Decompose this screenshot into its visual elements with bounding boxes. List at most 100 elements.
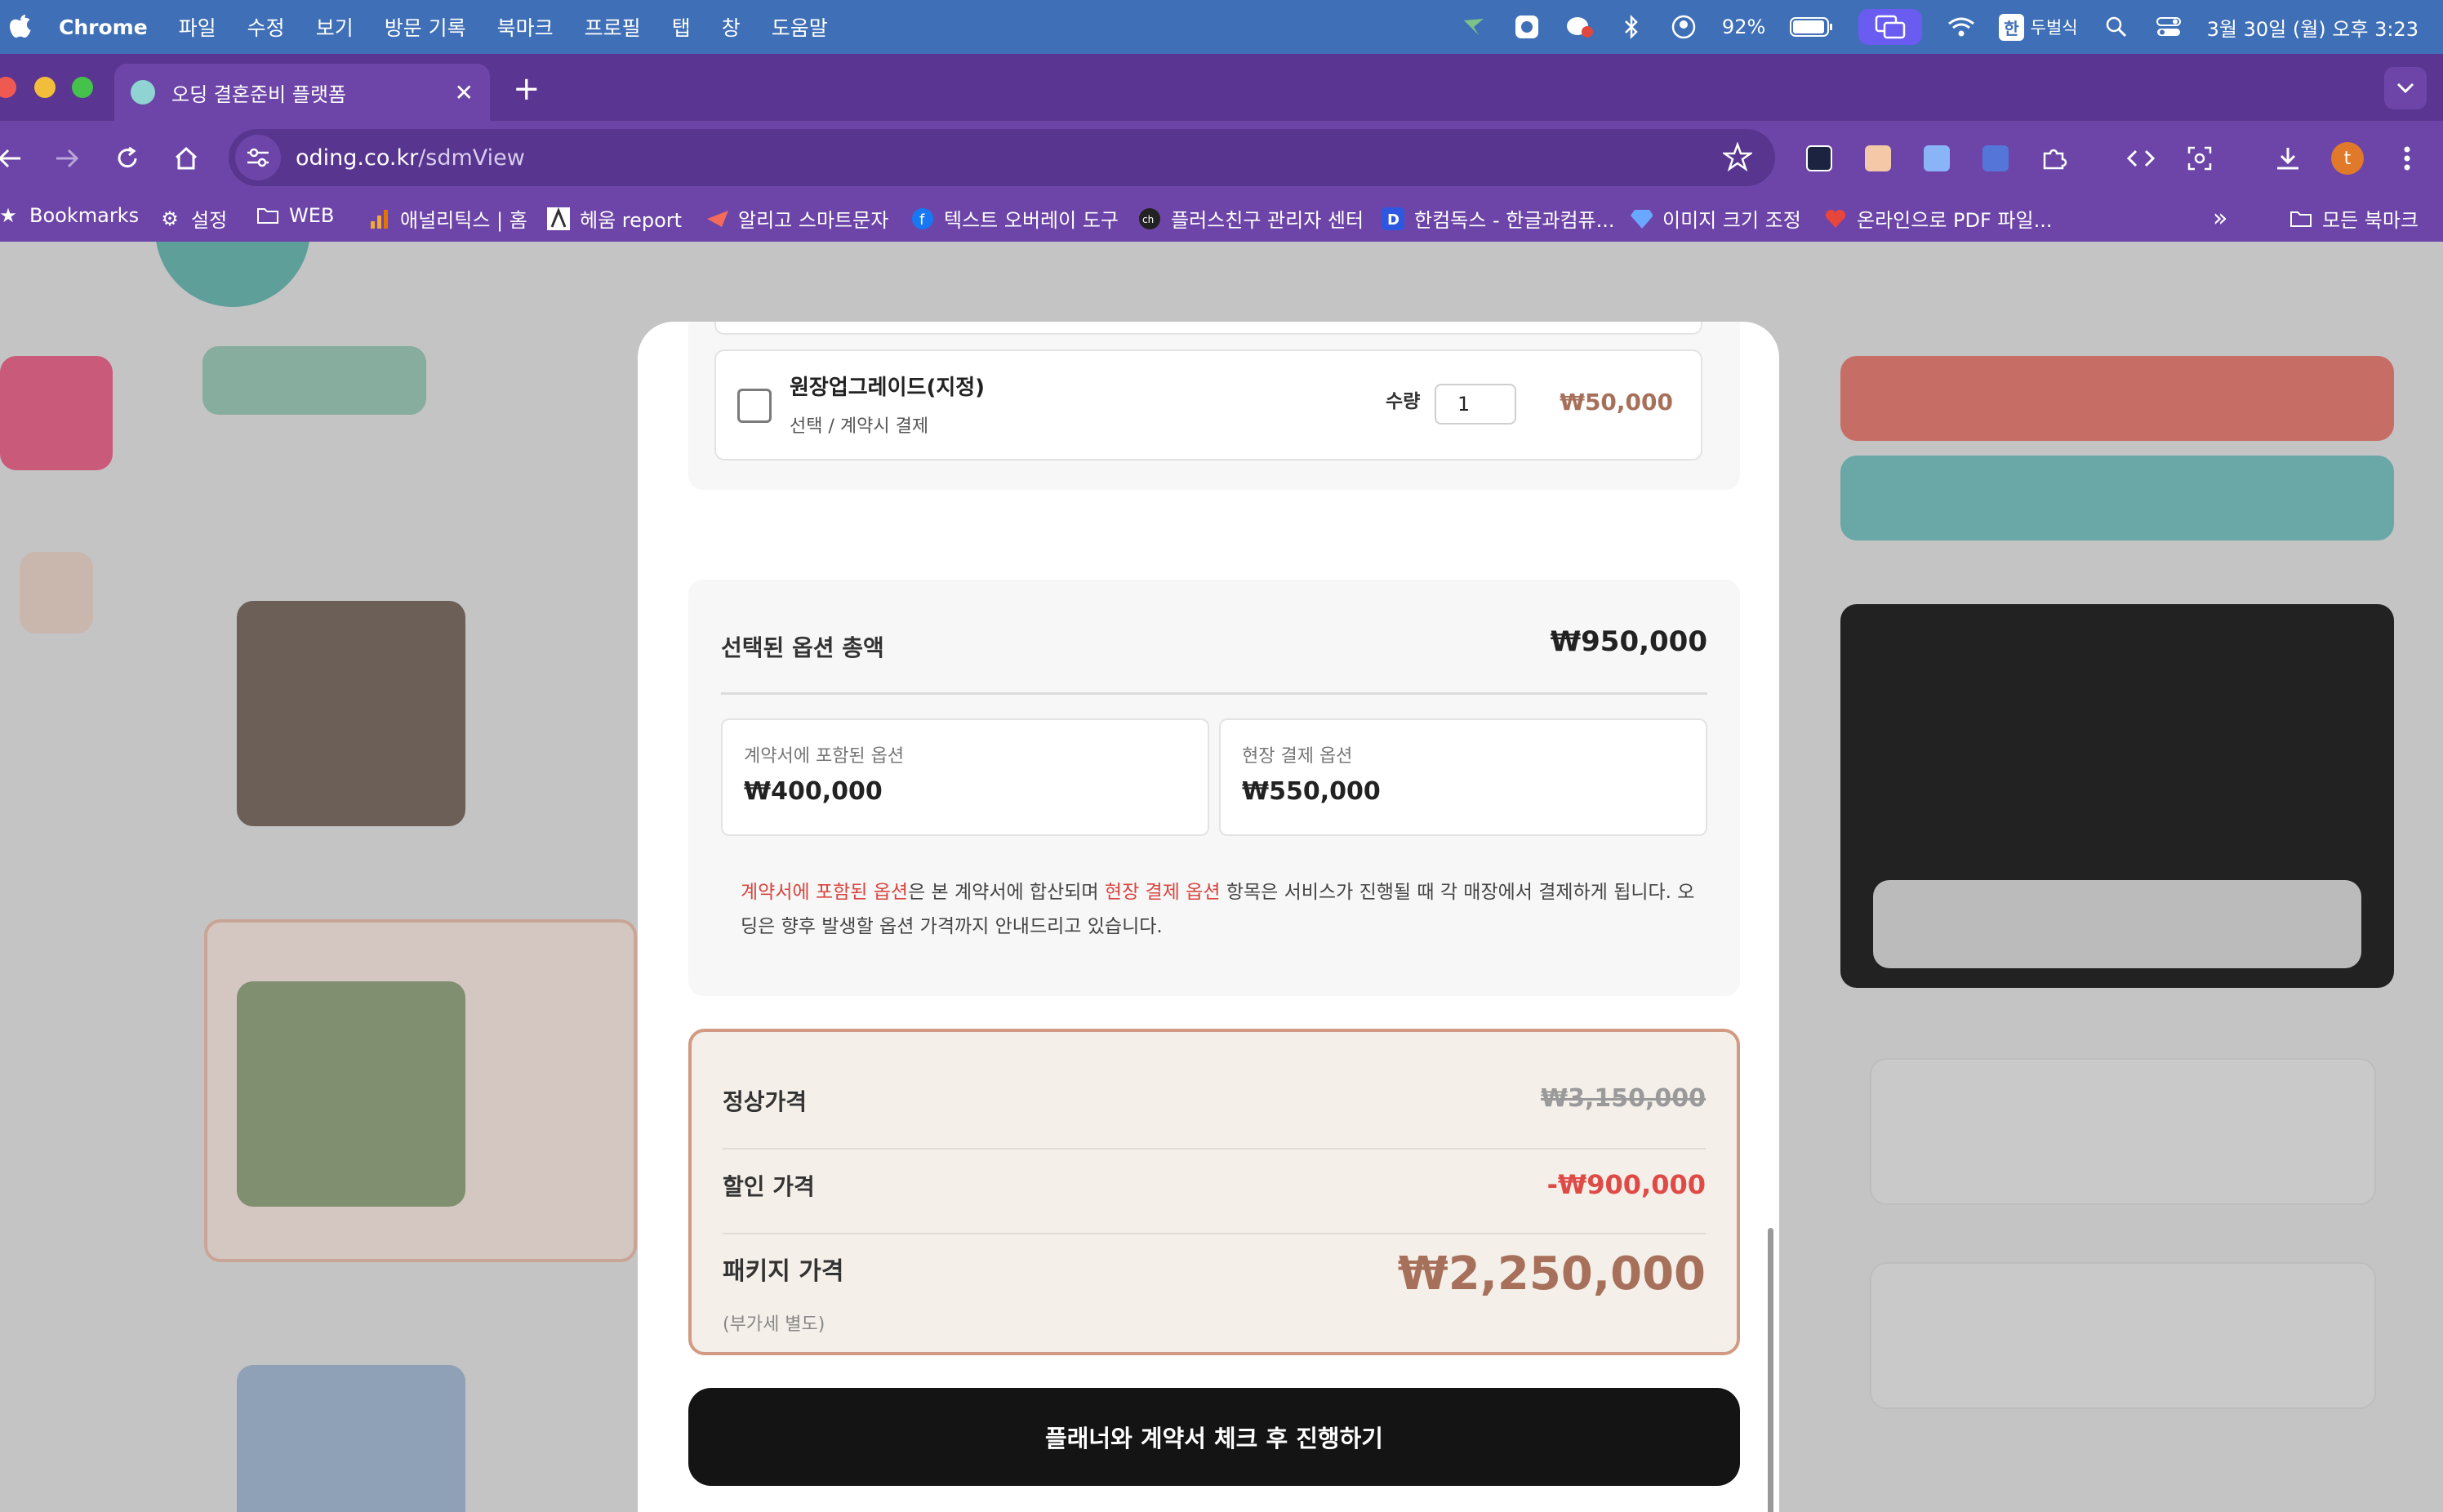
quantity-input[interactable] xyxy=(1435,384,1516,425)
bookmark-hancomdocs[interactable]: D 한컴독스 - 한글과컴퓨... xyxy=(1382,204,1615,233)
site-favicon-icon xyxy=(131,80,155,105)
site-info-tune-icon[interactable] xyxy=(235,135,281,180)
screenshot-app-icon[interactable] xyxy=(1513,13,1541,41)
extensions-puzzle-icon[interactable] xyxy=(2036,140,2072,176)
tab-close-icon[interactable]: ✕ xyxy=(455,79,474,106)
input-method-indicator[interactable]: 한 두벌식 xyxy=(1999,13,2078,41)
bookmark-star-icon[interactable] xyxy=(1721,141,1754,175)
report-logo-icon xyxy=(547,207,570,230)
tab-search-chevron-icon[interactable] xyxy=(2384,67,2427,109)
reload-icon[interactable] xyxy=(109,140,145,176)
contract-options-card: 계약서에 포함된 옵션 ₩400,000 xyxy=(721,718,1209,836)
window-close-button[interactable] xyxy=(0,77,16,98)
menu-tab[interactable]: 탭 xyxy=(672,12,691,42)
svg-text:D: D xyxy=(1387,211,1399,229)
previous-option-card-edge xyxy=(714,322,1702,335)
extension-2-icon[interactable] xyxy=(1860,140,1896,176)
menu-edit[interactable]: 수정 xyxy=(247,12,285,42)
devtools-code-icon[interactable] xyxy=(2123,140,2159,176)
profile-avatar[interactable]: t xyxy=(2331,142,2364,175)
screen-mirroring-icon[interactable] xyxy=(1858,9,1923,45)
window-minimize-button[interactable] xyxy=(34,77,56,98)
menu-view[interactable]: 보기 xyxy=(316,12,354,42)
bookmark-settings[interactable]: ⚙ 설정 xyxy=(158,204,227,233)
discount-price-label: 할인 가격 xyxy=(723,1173,815,1200)
menu-file[interactable]: 파일 xyxy=(179,12,216,42)
download-icon[interactable] xyxy=(2270,140,2306,176)
chat-notification-icon[interactable] xyxy=(1565,13,1593,41)
heart-pdf-icon xyxy=(1824,207,1847,230)
apple-logo-icon[interactable] xyxy=(8,13,33,41)
menu-help[interactable]: 도움말 xyxy=(772,12,828,42)
address-bar[interactable]: oding.co.kr/sdmView xyxy=(229,129,1775,186)
onsite-options-value: ₩550,000 xyxy=(1242,777,1381,806)
menu-bookmarks[interactable]: 북마크 xyxy=(497,12,554,42)
home-icon[interactable] xyxy=(168,140,204,176)
contract-options-value: ₩400,000 xyxy=(744,777,883,806)
option-checkbox[interactable] xyxy=(737,389,772,423)
bookmark-plusfriend[interactable]: ch 플러스친구 관리자 센터 xyxy=(1138,204,1364,233)
quantity-label: 수량 xyxy=(1386,391,1421,412)
bookmarks-overflow-chevron-icon[interactable]: » xyxy=(2213,204,2227,233)
paper-plane-icon xyxy=(705,207,728,230)
extension-4-icon[interactable] xyxy=(1978,140,2014,176)
bookmark-bookmarks[interactable]: ★ Bookmarks xyxy=(0,204,139,227)
forward-arrow-icon[interactable] xyxy=(49,140,85,176)
bookmark-analytics[interactable]: 애널리틱스 | 홈 xyxy=(367,204,527,233)
battery-percent: 92% xyxy=(1721,16,1766,38)
onsite-options-card: 현장 결제 옵션 ₩550,000 xyxy=(1219,718,1707,836)
folder-icon xyxy=(2289,207,2312,230)
star-icon: ★ xyxy=(0,204,17,227)
macos-menubar: Chrome 파일 수정 보기 방문 기록 북마크 프로필 탭 창 도움말 92… xyxy=(0,0,2443,54)
modal-scrollbar[interactable] xyxy=(1768,1228,1773,1512)
bookmark-text-overlay[interactable]: f 텍스트 오버레이 도구 xyxy=(911,204,1119,233)
svg-text:ch: ch xyxy=(1142,214,1154,225)
screen-capture-icon[interactable] xyxy=(2182,140,2218,176)
menu-window[interactable]: 창 xyxy=(722,12,741,42)
bookmark-aligo-sms[interactable]: 알리고 스마트문자 xyxy=(705,204,888,233)
options-total-value: ₩950,000 xyxy=(1550,625,1707,658)
user-account-icon[interactable] xyxy=(1670,13,1698,41)
spotlight-search-icon[interactable] xyxy=(2103,13,2130,41)
browser-tab[interactable]: 오딩 결혼준비 플랫폼 ✕ xyxy=(114,64,490,121)
options-payment-note: 계약서에 포함된 옵션은 본 계약서에 합산되며 현장 결제 옵션 항목은 서비… xyxy=(741,882,1695,937)
flag-icon[interactable] xyxy=(1461,13,1488,41)
onsite-options-label: 현장 결제 옵션 xyxy=(1242,746,1353,767)
chrome-toolbar: oding.co.kr/sdmView t xyxy=(0,121,2443,196)
hancom-d-icon: D xyxy=(1382,207,1404,230)
tab-title: 오딩 결혼준비 플랫폼 xyxy=(171,82,346,106)
bookmark-web-folder[interactable]: WEB xyxy=(256,204,334,227)
battery-icon[interactable] xyxy=(1790,13,1834,41)
regular-price-value: ₩3,150,000 xyxy=(1540,1084,1706,1113)
window-zoom-button[interactable] xyxy=(72,77,93,98)
selected-options-summary: 선택된 옵션 총액 ₩950,000 계약서에 포함된 옵션 ₩400,000 … xyxy=(688,580,1740,996)
vat-note: (부가세 별도) xyxy=(723,1314,825,1335)
new-tab-button[interactable]: + xyxy=(513,70,541,108)
bookmark-pdf-online[interactable]: 온라인으로 PDF 파일... xyxy=(1824,204,2052,233)
chrome-menu-kebab-icon[interactable] xyxy=(2389,140,2425,176)
svg-text:f: f xyxy=(919,211,925,229)
proceed-with-planner-button[interactable]: 플래너와 계약서 체크 후 진행하기 xyxy=(688,1388,1740,1486)
package-price-label: 패키지 가격 xyxy=(723,1257,844,1286)
control-center-icon[interactable] xyxy=(2155,13,2183,41)
option-name: 원장업그레이드(지정) xyxy=(790,376,986,400)
options-total-label: 선택된 옵션 총액 xyxy=(721,634,884,661)
menu-profile[interactable]: 프로필 xyxy=(585,12,641,42)
summary-divider xyxy=(721,692,1707,695)
extension-1-icon[interactable] xyxy=(1801,140,1837,176)
bookmark-all-bookmarks[interactable]: 모든 북마크 xyxy=(2289,204,2419,233)
bluetooth-icon[interactable] xyxy=(1618,13,1645,41)
menu-chrome[interactable]: Chrome xyxy=(59,16,148,39)
contract-options-label: 계약서에 포함된 옵션 xyxy=(744,746,905,767)
menu-history[interactable]: 방문 기록 xyxy=(385,12,466,42)
kakao-channel-icon: ch xyxy=(1138,207,1161,230)
option-item-card[interactable]: 원장업그레이드(지정) 선택 / 계약시 결제 수량 ₩50,000 xyxy=(714,349,1702,460)
extension-3-icon[interactable] xyxy=(1919,140,1955,176)
package-price-value: ₩2,250,000 xyxy=(1397,1247,1706,1301)
back-arrow-icon[interactable] xyxy=(0,140,28,176)
menubar-clock[interactable]: 3월 30일 (월) 오후 3:23 xyxy=(2207,13,2419,42)
folder-icon xyxy=(256,204,279,227)
bookmark-image-resize[interactable]: 이미지 크기 조정 xyxy=(1630,204,1801,233)
wifi-icon[interactable] xyxy=(1947,13,1975,41)
bookmark-heum-report[interactable]: 헤움 report xyxy=(547,204,682,233)
